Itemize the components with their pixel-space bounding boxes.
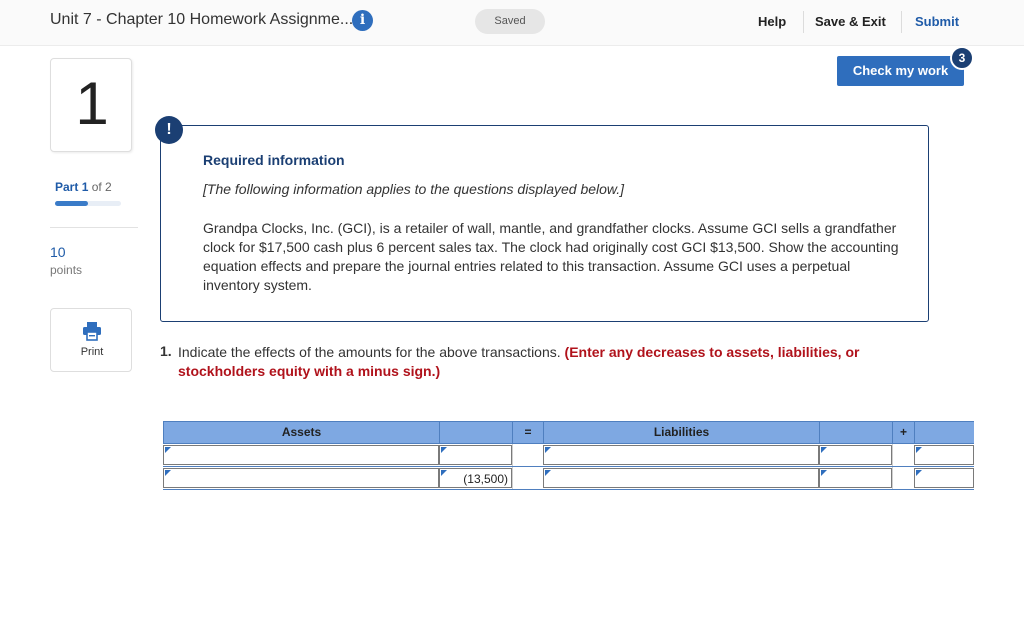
part-progress-bar [55, 201, 121, 206]
dropdown-marker-icon [916, 447, 922, 453]
points-value: 10 [50, 244, 66, 260]
equity-account-input[interactable] [914, 468, 974, 488]
check-my-work-button[interactable]: Check my work [837, 56, 964, 86]
header-divider [901, 11, 902, 33]
header-divider [803, 11, 804, 33]
dropdown-marker-icon [441, 447, 447, 453]
dropdown-marker-icon [441, 470, 447, 476]
required-info-body: Grandpa Clocks, Inc. (GCI), is a retaile… [203, 220, 899, 293]
part-current: 1 [81, 180, 89, 194]
header-assets: Assets [163, 422, 439, 443]
printer-icon [83, 322, 101, 341]
plus-cell [892, 444, 914, 466]
liabilities-account-input[interactable] [543, 468, 819, 488]
dropdown-marker-icon [545, 470, 551, 476]
plus-cell [892, 467, 914, 489]
required-information-box: Required information [The following info… [160, 125, 929, 322]
assets-account-input[interactable] [163, 468, 439, 488]
save-exit-link[interactable]: Save & Exit [815, 14, 886, 29]
dropdown-marker-icon [821, 447, 827, 453]
dropdown-marker-icon [165, 470, 171, 476]
part-total: of 2 [91, 180, 112, 194]
header-assets-amount [439, 422, 512, 443]
table-row [163, 444, 974, 467]
equals-cell [512, 444, 543, 466]
liabilities-account-input[interactable] [543, 445, 819, 465]
header-plus: + [892, 422, 914, 443]
print-button[interactable]: Print [50, 308, 132, 372]
dropdown-marker-icon [821, 470, 827, 476]
assets-amount-input[interactable]: (13,500) [439, 468, 512, 488]
required-info-note: [The following information applies to th… [203, 181, 625, 197]
liabilities-amount-input[interactable] [819, 468, 892, 488]
question-item-number: 1. [160, 343, 172, 359]
liabilities-amount-input[interactable] [819, 445, 892, 465]
header-liabilities: Liabilities [543, 422, 819, 443]
table-header-row: Assets = Liabilities + [163, 421, 974, 444]
print-label: Print [80, 346, 104, 358]
question-number: 1 [75, 70, 109, 137]
part-indicator: Part 1 of 2 [55, 180, 112, 194]
dropdown-marker-icon [916, 470, 922, 476]
part-progress-fill [55, 201, 88, 206]
top-header: Unit 7 - Chapter 10 Homework Assignme...… [0, 0, 1024, 46]
dropdown-marker-icon [165, 447, 171, 453]
header-liabilities-amount [819, 422, 892, 443]
alert-icon: ! [155, 116, 183, 144]
assets-account-input[interactable] [163, 445, 439, 465]
header-equals: = [512, 422, 543, 443]
assets-amount-input[interactable] [439, 445, 512, 465]
submit-link[interactable]: Submit [915, 14, 959, 29]
header-equity [914, 422, 974, 443]
help-link[interactable]: Help [758, 14, 786, 29]
dropdown-marker-icon [545, 447, 551, 453]
assignment-title: Unit 7 - Chapter 10 Homework Assignme... [50, 11, 354, 28]
question-text: Indicate the effects of the amounts for … [178, 343, 948, 381]
left-divider [50, 227, 138, 228]
check-attempts-badge: 3 [950, 46, 974, 70]
equals-cell [512, 467, 543, 489]
part-word: Part [55, 180, 79, 194]
table-row: (13,500) [163, 467, 974, 490]
question-number-card: 1 [50, 58, 132, 152]
info-icon[interactable]: i [352, 10, 373, 31]
question-prompt: Indicate the effects of the amounts for … [178, 344, 565, 360]
equity-account-input[interactable] [914, 445, 974, 465]
points-label: points [50, 263, 83, 277]
required-info-heading: Required information [203, 152, 345, 168]
saved-status-badge: Saved [475, 9, 545, 34]
